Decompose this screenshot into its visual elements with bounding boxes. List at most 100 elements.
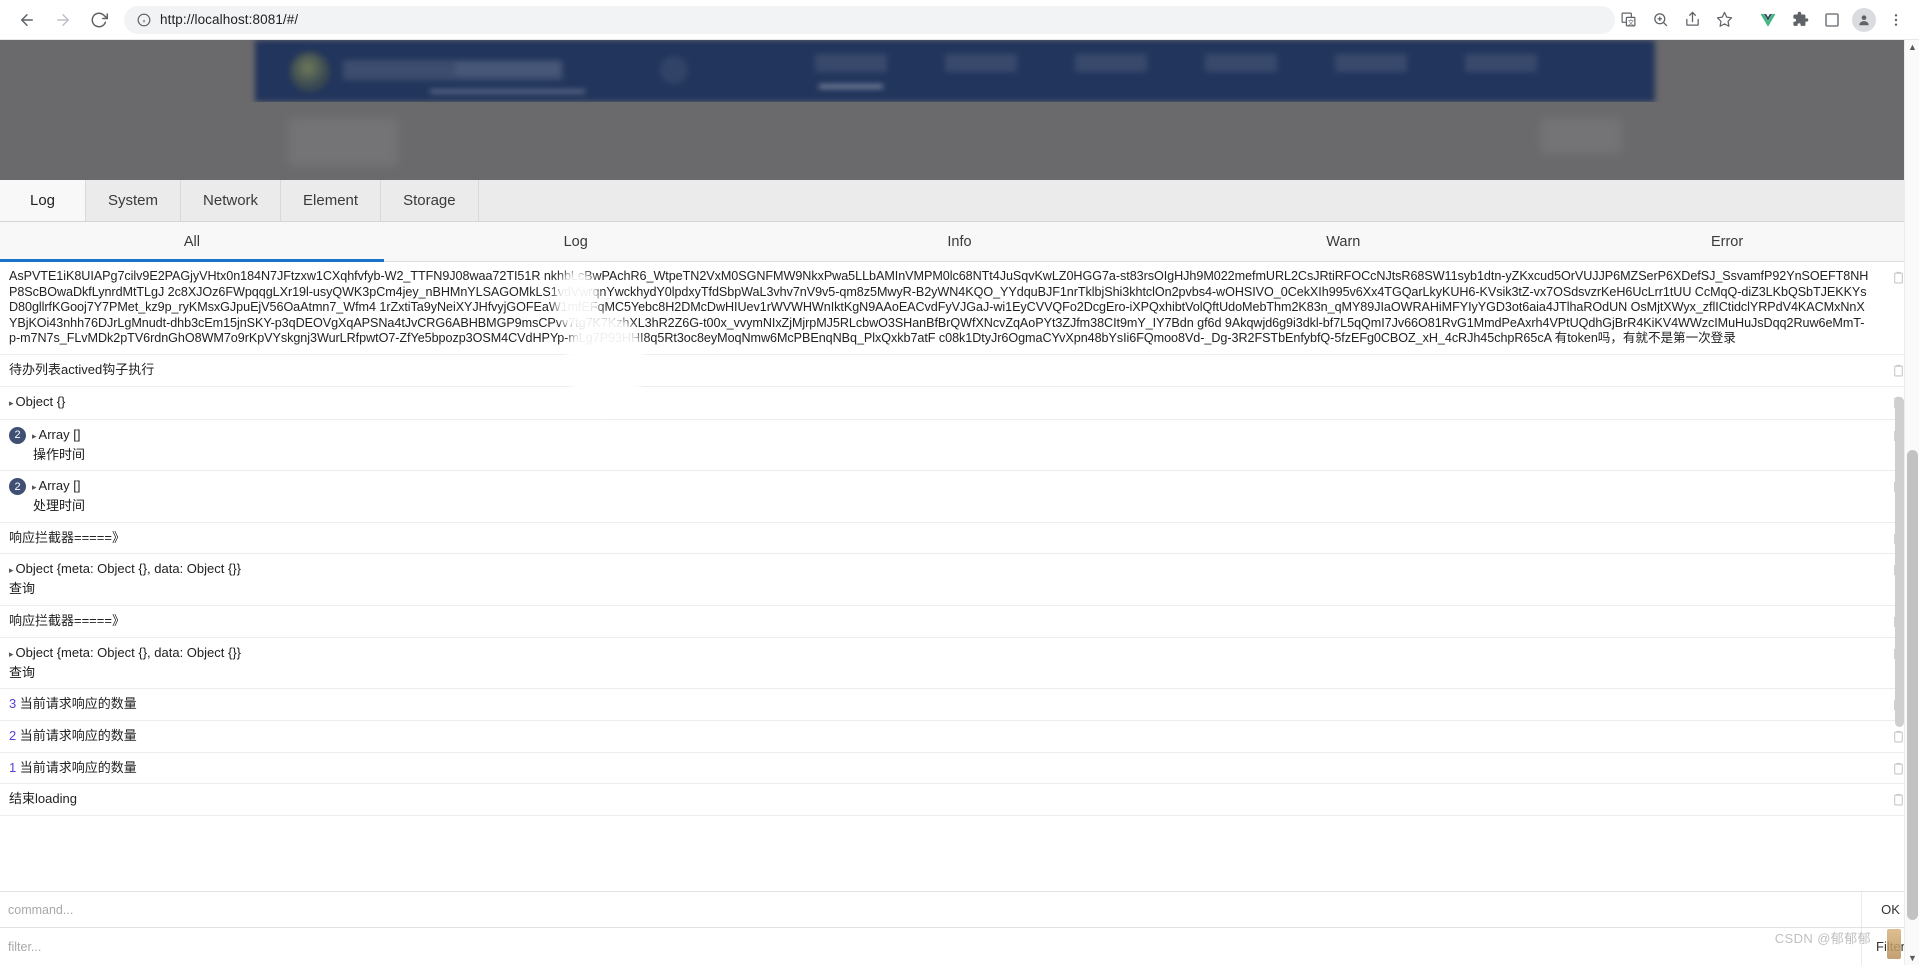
log-array-text: Array [] (38, 478, 81, 494)
log-token-text: AsPVTE1iK8UIAPg7cilv9E2PAGjyVHtx0n184N7J… (9, 269, 1869, 346)
log-sub-label: 查询 (9, 581, 36, 597)
log-count-badge: 2 (9, 426, 26, 444)
log-row[interactable]: 结束loading (0, 784, 1919, 816)
filter-tab-info[interactable]: Info (768, 222, 1152, 261)
log-level-filter-bar: All Log Info Warn Error (0, 222, 1919, 262)
tab-system[interactable]: System (86, 180, 182, 221)
extensions-puzzle-icon[interactable] (1787, 7, 1813, 33)
app-nav-item[interactable] (815, 54, 887, 88)
navigation-buttons (0, 3, 116, 37)
log-sub-label: 处理时间 (33, 498, 86, 514)
command-bar: command... OK (0, 891, 1919, 927)
app-nav-item[interactable] (945, 54, 1017, 72)
forward-arrow-icon[interactable] (46, 3, 80, 37)
vue-devtools-icon[interactable] (1755, 7, 1781, 33)
log-object-text: Object {meta: Object {}, data: Object {}… (15, 561, 242, 577)
tab-system-label: System (108, 192, 159, 209)
filter-input[interactable]: filter... (0, 928, 1861, 965)
log-row[interactable]: ▸ Object {meta: Object {}, data: Object {… (0, 638, 1919, 690)
vconsole-panel: Log System Network Element Storage All L… (0, 180, 1919, 965)
log-count-badge: 2 (9, 478, 26, 496)
reload-icon[interactable] (82, 3, 116, 37)
filter-tab-error-label: Error (1710, 233, 1744, 250)
app-logo (290, 52, 330, 92)
bookmark-star-icon[interactable] (1711, 7, 1737, 33)
log-row[interactable]: ▸ Object {meta: Object {}, data: Object {… (0, 554, 1919, 607)
app-header-bar (255, 40, 1655, 102)
app-nav-item[interactable] (1335, 54, 1407, 72)
console-log-list[interactable]: AsPVTE1iK8UIAPg7cilv9E2PAGjyVHtx0n184N7J… (0, 262, 1919, 891)
app-nav-item[interactable] (1465, 54, 1537, 72)
profile-avatar-icon[interactable] (1851, 7, 1877, 33)
three-dot-menu-icon[interactable] (1883, 7, 1909, 33)
log-text: 结束loading (9, 791, 77, 807)
scroll-up-arrow-icon[interactable]: ▲ (1908, 42, 1917, 52)
log-row[interactable]: 2 当前请求响应的数量 (0, 721, 1919, 753)
log-row[interactable]: 3 当前请求响应的数量 (0, 689, 1919, 721)
app-nav-item[interactable] (1205, 54, 1277, 72)
tab-element[interactable]: Element (281, 180, 382, 221)
log-row[interactable]: 响应拦截器=====》 (0, 606, 1919, 638)
url-text: http://localhost:8081/#/ (160, 12, 299, 27)
tab-storage[interactable]: Storage (381, 180, 479, 221)
expand-arrow-icon[interactable]: ▸ (9, 646, 14, 663)
console-scrollbar-thumb[interactable] (1895, 397, 1904, 727)
address-bar[interactable]: http://localhost:8081/#/ (124, 5, 1615, 34)
filter-tab-all[interactable]: All (0, 222, 384, 262)
log-row[interactable]: 2 ▸ Array [] 处理时间 (0, 471, 1919, 523)
side-panel-icon[interactable] (1819, 7, 1845, 33)
log-text: 当前请求响应的数量 (19, 727, 137, 743)
log-text: 待办列表actived钩子执行 (9, 361, 155, 377)
filter-tab-info-label: Info (947, 233, 972, 250)
log-number: 3 (9, 696, 17, 712)
tab-storage-label: Storage (403, 192, 456, 209)
log-number: 1 (9, 759, 17, 775)
filter-tab-all-label: All (183, 233, 200, 250)
expand-arrow-icon[interactable]: ▸ (32, 428, 37, 445)
log-text: 当前请求响应的数量 (19, 696, 137, 712)
filter-tab-error[interactable]: Error (1535, 222, 1919, 261)
tab-element-label: Element (303, 192, 359, 209)
log-number: 2 (9, 727, 17, 743)
site-info-icon[interactable] (136, 12, 152, 28)
scrollbar-thumb[interactable] (1907, 450, 1918, 920)
browser-scrollbar[interactable]: ▲ ▼ (1904, 40, 1919, 965)
decorative-marker (1887, 929, 1901, 959)
expand-arrow-icon[interactable]: ▸ (9, 395, 14, 412)
console-scrollbar[interactable] (1895, 182, 1904, 880)
zoom-icon[interactable] (1647, 7, 1673, 33)
tab-network[interactable]: Network (181, 180, 282, 221)
tab-network-label: Network (203, 192, 259, 209)
log-row[interactable]: 2 ▸ Array [] 操作时间 (0, 420, 1919, 472)
browser-toolbar: http://localhost:8081/#/ 文 (0, 0, 1919, 40)
translate-icon[interactable]: 文 (1615, 7, 1641, 33)
web-page-content (0, 40, 1919, 180)
log-text: 响应拦截器=====》 (9, 613, 125, 629)
browser-action-icons: 文 (1615, 7, 1919, 33)
expand-arrow-icon[interactable]: ▸ (9, 562, 14, 579)
filter-tab-log-label: Log (563, 233, 588, 250)
scroll-down-arrow-icon[interactable]: ▼ (1908, 953, 1917, 963)
log-row[interactable]: 1 当前请求响应的数量 (0, 753, 1919, 785)
log-sub-label: 查询 (9, 664, 36, 680)
log-row[interactable]: 响应拦截器=====》 (0, 523, 1919, 555)
command-input[interactable]: command... (0, 892, 1861, 927)
share-icon[interactable] (1679, 7, 1705, 33)
log-sub-label: 操作时间 (33, 446, 86, 462)
tab-log-label: Log (29, 192, 56, 209)
tab-log[interactable]: Log (0, 180, 86, 221)
filter-tab-log[interactable]: Log (384, 222, 768, 261)
log-row[interactable]: AsPVTE1iK8UIAPg7cilv9E2PAGjyVHtx0n184N7J… (0, 262, 1919, 355)
app-title-underline (430, 90, 585, 93)
filter-tab-warn[interactable]: Warn (1151, 222, 1535, 261)
devtools-tab-bar: Log System Network Element Storage (0, 180, 1919, 222)
expand-arrow-icon[interactable]: ▸ (32, 479, 37, 496)
app-nav-menu (815, 54, 1537, 88)
log-row[interactable]: ▸ Object {} (0, 387, 1919, 420)
app-nav-item[interactable] (1075, 54, 1147, 72)
back-arrow-icon[interactable] (10, 3, 44, 37)
app-body-blurred-block (1540, 118, 1622, 154)
log-row[interactable]: 待办列表actived钩子执行 (0, 355, 1919, 387)
log-object-text: Object {meta: Object {}, data: Object {}… (15, 644, 242, 660)
log-text: 当前请求响应的数量 (19, 759, 137, 775)
